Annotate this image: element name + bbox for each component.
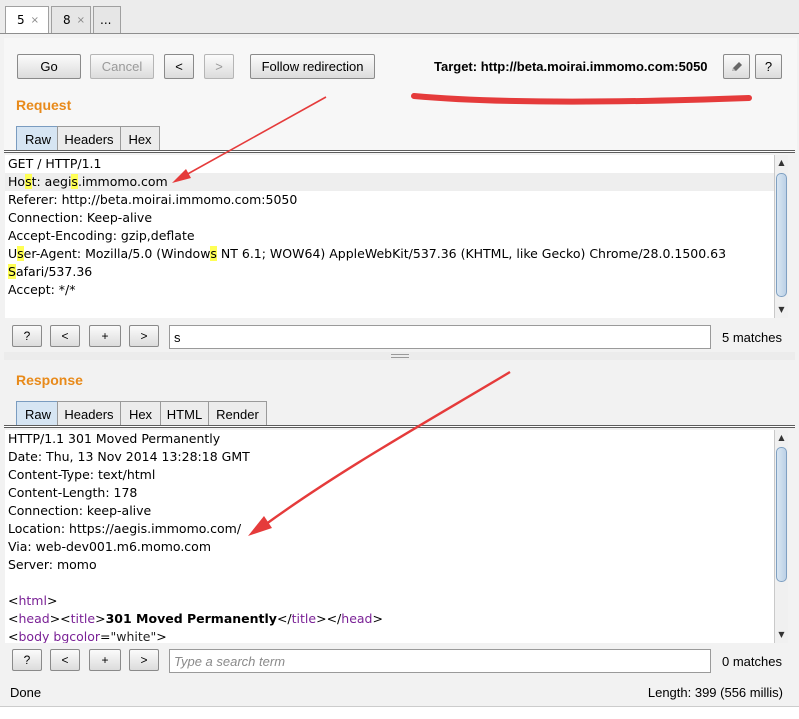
request-title: Request	[16, 97, 72, 113]
tab-label: ...	[100, 13, 112, 27]
search-help-button[interactable]: ?	[12, 325, 42, 347]
target-label: Target: http://beta.moirai.immomo.com:50…	[434, 59, 708, 74]
scroll-up-icon[interactable]: ▲	[775, 156, 788, 169]
search-next-button[interactable]: >	[129, 649, 159, 671]
response-line: Server: momo	[8, 557, 97, 572]
response-line: Date: Thu, 13 Nov 2014 13:28:18 GMT	[8, 449, 250, 464]
response-line: <html>	[8, 593, 58, 608]
tab-raw[interactable]: Raw	[16, 126, 60, 151]
response-length: Length: 399 (556 millis)	[647, 685, 783, 700]
bottom-strip	[0, 706, 799, 719]
help-button[interactable]: ?	[755, 54, 782, 79]
close-icon[interactable]: ×	[77, 15, 85, 26]
follow-redirection-button[interactable]: Follow redirection	[250, 54, 375, 79]
request-scrollbar[interactable]: ▲ ▼	[774, 155, 788, 318]
go-button[interactable]: Go	[17, 54, 81, 79]
response-line: Location: https://aegis.immomo.com/	[8, 521, 242, 536]
search-input[interactable]: s	[169, 325, 711, 349]
burp-repeater-window: 5 × 8 × ... Go Cancel < > Follow redirec…	[0, 0, 799, 719]
match-count: 0 matches	[722, 654, 782, 669]
tab-8[interactable]: 8 ×	[51, 6, 91, 33]
search-add-button[interactable]: +	[89, 649, 121, 671]
scroll-up-icon[interactable]: ▲	[775, 431, 788, 444]
match-count: 5 matches	[722, 330, 782, 345]
request-line: Accept: */*	[8, 282, 76, 297]
request-search-bar: ? < + > s 5 matches	[4, 320, 795, 354]
response-raw-editor[interactable]: HTTP/1.1 301 Moved Permanently Date: Thu…	[5, 430, 774, 643]
search-help-button[interactable]: ?	[12, 649, 42, 671]
forward-button[interactable]: >	[204, 54, 234, 79]
status-text: Done	[10, 685, 42, 700]
scroll-down-icon[interactable]: ▼	[775, 303, 788, 316]
response-search-bar: ? < + > Type a search term 0 matches	[4, 644, 795, 678]
response-line: Content-Type: text/html	[8, 467, 156, 482]
tab-headers[interactable]: Headers	[57, 126, 121, 151]
response-line-blank	[5, 574, 774, 592]
response-line: HTTP/1.1 301 Moved Permanently	[8, 431, 221, 446]
tab-html[interactable]: HTML	[160, 401, 209, 426]
request-line: GET / HTTP/1.1	[8, 156, 102, 171]
response-scrollbar[interactable]: ▲ ▼	[774, 430, 788, 643]
tab-5[interactable]: 5 ×	[5, 6, 49, 33]
search-prev-button[interactable]: <	[50, 649, 80, 671]
tab-label: 8	[63, 13, 71, 27]
tab-headers[interactable]: Headers	[57, 401, 121, 426]
tab-raw[interactable]: Raw	[16, 401, 60, 426]
divider	[4, 150, 795, 153]
response-line: Via: web-dev001.m6.momo.com	[8, 539, 212, 554]
search-input[interactable]: Type a search term	[169, 649, 711, 673]
request-line: Accept-Encoding: gzip,deflate	[8, 228, 195, 243]
splitter-grip[interactable]	[391, 354, 409, 358]
response-line: <body bgcolor="white">	[8, 629, 167, 643]
response-line: Content-Length: 178	[8, 485, 138, 500]
scroll-thumb[interactable]	[776, 447, 787, 582]
edit-target-button[interactable]	[723, 54, 750, 79]
search-next-button[interactable]: >	[129, 325, 159, 347]
tab-hex[interactable]: Hex	[120, 401, 161, 426]
tab-render[interactable]: Render	[208, 401, 267, 426]
pane-splitter[interactable]	[4, 352, 795, 360]
search-prev-button[interactable]: <	[50, 325, 80, 347]
back-button[interactable]: <	[164, 54, 194, 79]
request-line: User-Agent: Mozilla/5.0 (Windows NT 6.1;…	[8, 246, 727, 261]
request-line: Referer: http://beta.moirai.immomo.com:5…	[8, 192, 298, 207]
close-icon[interactable]: ×	[31, 15, 39, 26]
scroll-thumb[interactable]	[776, 173, 787, 297]
request-line: Connection: Keep-alive	[8, 210, 153, 225]
divider	[4, 425, 795, 428]
tab-hex[interactable]: Hex	[120, 126, 160, 151]
annotation-underline	[411, 93, 752, 105]
repeater-tab-strip: 5 × 8 × ...	[0, 0, 799, 34]
request-line: Safari/537.36	[8, 264, 93, 279]
pencil-icon	[731, 61, 742, 71]
search-add-button[interactable]: +	[89, 325, 121, 347]
request-line: Host: aegis.immomo.com	[5, 173, 774, 191]
request-raw-editor[interactable]: GET / HTTP/1.1 Host: aegis.immomo.com Re…	[5, 155, 774, 318]
scroll-down-icon[interactable]: ▼	[775, 628, 788, 641]
tab-new[interactable]: ...	[93, 6, 121, 33]
response-title: Response	[16, 372, 83, 388]
status-bar: Done Length: 399 (556 millis)	[0, 680, 799, 706]
tab-label: 5	[17, 13, 25, 27]
cancel-button[interactable]: Cancel	[90, 54, 154, 79]
response-line: Connection: keep-alive	[8, 503, 152, 518]
response-line: <head><title>301 Moved Permanently</titl…	[8, 611, 383, 626]
